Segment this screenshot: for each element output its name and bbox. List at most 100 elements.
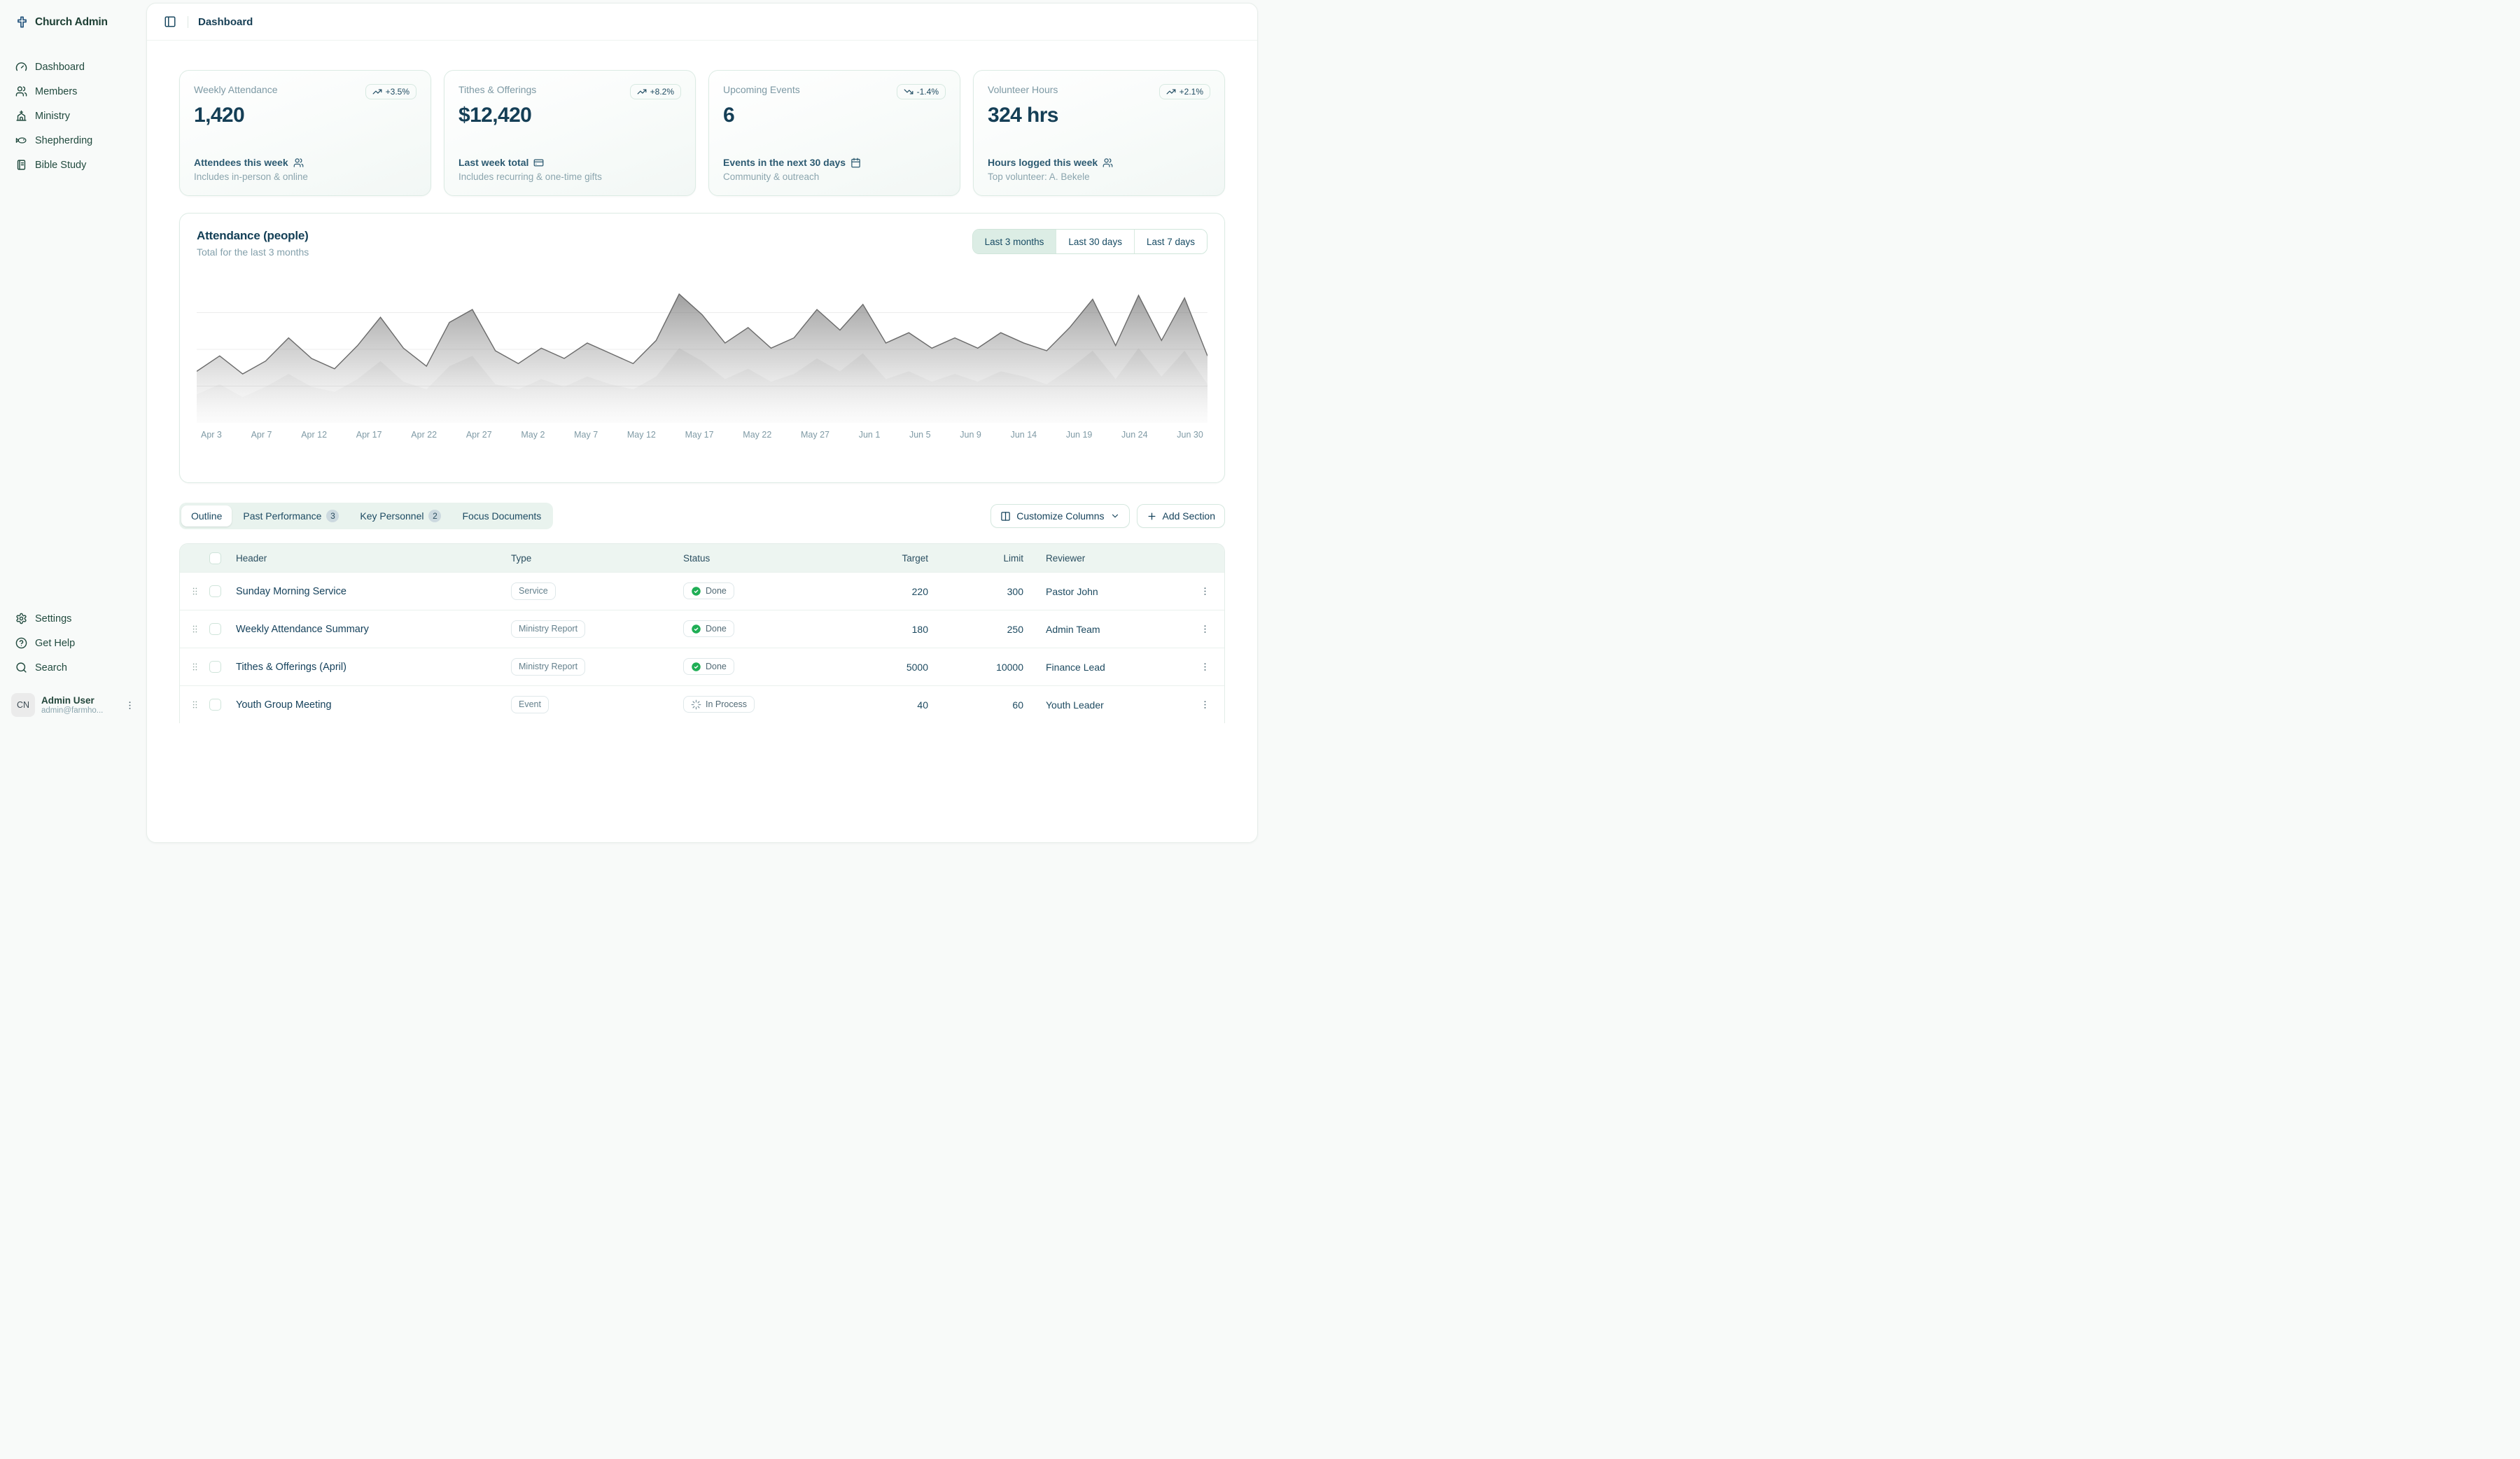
target-cell[interactable]: 220 xyxy=(850,586,932,597)
target-cell[interactable]: 40 xyxy=(850,699,932,711)
x-tick-label: May 17 xyxy=(685,430,714,440)
row-menu-button[interactable] xyxy=(1197,621,1213,637)
reviewer-cell: Admin Team xyxy=(1028,624,1185,635)
row-header-cell[interactable]: Tithes & Offerings (April) xyxy=(236,662,511,673)
chevron-down-icon xyxy=(1110,511,1120,521)
calendar-icon xyxy=(850,158,861,168)
reviewer-cell: Pastor John xyxy=(1028,586,1185,597)
trend-badge: +8.2% xyxy=(630,84,681,99)
plus-icon xyxy=(1147,511,1157,522)
stat-label: Weekly Attendance xyxy=(194,84,278,95)
nav-icon xyxy=(15,662,27,673)
users-icon xyxy=(293,158,304,168)
trend-badge: +3.5% xyxy=(365,84,416,99)
trending-down-icon xyxy=(904,87,913,97)
columns-icon xyxy=(1000,511,1011,522)
chart-period-tab-last-3-months[interactable]: Last 3 months xyxy=(973,230,1056,253)
drag-handle[interactable] xyxy=(180,624,209,634)
sidebar-toggle-button[interactable] xyxy=(162,14,178,29)
main-panel: Dashboard Weekly Attendance +3.5% 1,420 … xyxy=(146,3,1258,843)
sidebar-item-ministry[interactable]: Ministry xyxy=(8,104,138,127)
row-menu-button[interactable] xyxy=(1197,583,1213,599)
row-checkbox[interactable] xyxy=(209,623,221,635)
x-tick-label: Apr 27 xyxy=(466,430,492,440)
x-tick-label: Apr 12 xyxy=(301,430,327,440)
trending-up-icon xyxy=(372,87,382,97)
x-tick-label: May 27 xyxy=(801,430,830,440)
target-cell[interactable]: 180 xyxy=(850,624,932,635)
chart-period-tab-last-7-days[interactable]: Last 7 days xyxy=(1134,230,1207,253)
check-circle-icon xyxy=(691,586,701,596)
drag-handle[interactable] xyxy=(180,586,209,596)
dots-vertical-icon xyxy=(1200,624,1210,634)
panel-left-icon xyxy=(164,15,176,28)
section-tab-past-performance[interactable]: Past Performance 3 xyxy=(233,505,349,527)
user-menu[interactable]: CN Admin User admin@farmho... xyxy=(8,690,138,720)
attendance-area-chart xyxy=(197,276,1208,423)
stat-label: Upcoming Events xyxy=(723,84,800,95)
x-tick-label: May 2 xyxy=(521,430,545,440)
drag-handle[interactable] xyxy=(180,662,209,672)
row-menu-button[interactable] xyxy=(1197,697,1213,713)
nav-icon xyxy=(15,134,27,146)
users-icon xyxy=(1102,158,1113,168)
nav-icon xyxy=(15,613,27,624)
x-tick-label: May 22 xyxy=(743,430,771,440)
x-tick-label: Apr 3 xyxy=(201,430,222,440)
section-tab-key-personnel[interactable]: Key Personnel 2 xyxy=(350,505,451,527)
section-tab-outline[interactable]: Outline xyxy=(181,505,232,526)
x-tick-label: Jun 14 xyxy=(1011,430,1037,440)
stat-card-tithes-offerings: Tithes & Offerings +8.2% $12,420 Last we… xyxy=(444,70,696,196)
row-menu-button[interactable] xyxy=(1197,659,1213,675)
stat-card-weekly-attendance: Weekly Attendance +3.5% 1,420 Attendees … xyxy=(179,70,431,196)
x-tick-label: Jun 30 xyxy=(1177,430,1203,440)
sidebar-footer-nav: Settings Get Help Search xyxy=(8,607,138,679)
limit-cell[interactable]: 300 xyxy=(932,586,1028,597)
row-header-cell[interactable]: Weekly Attendance Summary xyxy=(236,624,511,635)
loader-icon xyxy=(691,699,701,710)
sidebar-item-bible-study[interactable]: Bible Study xyxy=(8,153,138,176)
sections-toolbar: Outline Past Performance 3 Key Personnel… xyxy=(179,503,1225,529)
app-logo-button[interactable]: Church Admin xyxy=(8,10,138,34)
stat-value: 324 hrs xyxy=(988,104,1210,127)
row-checkbox[interactable] xyxy=(209,585,221,597)
sidebar-item-search[interactable]: Search xyxy=(8,656,138,679)
sidebar-item-settings[interactable]: Settings xyxy=(8,607,138,630)
type-badge: Ministry Report xyxy=(511,658,585,675)
type-badge: Ministry Report xyxy=(511,620,585,637)
type-badge: Service xyxy=(511,582,556,599)
sidebar-item-get-help[interactable]: Get Help xyxy=(8,631,138,655)
column-header: Header xyxy=(236,553,511,564)
row-checkbox[interactable] xyxy=(209,661,221,673)
drag-handle[interactable] xyxy=(180,699,209,710)
limit-cell[interactable]: 10000 xyxy=(932,662,1028,673)
dots-vertical-icon xyxy=(125,700,135,711)
limit-cell[interactable]: 250 xyxy=(932,624,1028,635)
topbar: Dashboard xyxy=(147,4,1257,41)
section-tab-focus-documents[interactable]: Focus Documents xyxy=(452,505,551,526)
avatar: CN xyxy=(11,693,35,717)
limit-cell[interactable]: 60 xyxy=(932,699,1028,711)
target-cell[interactable]: 5000 xyxy=(850,662,932,673)
reviewer-cell: Finance Lead xyxy=(1028,662,1185,673)
row-header-cell[interactable]: Sunday Morning Service xyxy=(236,586,511,597)
sidebar-item-shepherding[interactable]: Shepherding xyxy=(8,129,138,152)
grip-icon xyxy=(190,624,200,634)
stat-card-upcoming-events: Upcoming Events -1.4% 6 Events in the ne… xyxy=(708,70,960,196)
select-all-checkbox[interactable] xyxy=(209,552,221,564)
sidebar-item-dashboard[interactable]: Dashboard xyxy=(8,55,138,78)
chart-period-tab-last-30-days[interactable]: Last 30 days xyxy=(1056,230,1134,253)
attendance-chart-card: Attendance (people) Total for the last 3… xyxy=(179,213,1225,483)
add-section-button[interactable]: Add Section xyxy=(1137,504,1226,528)
x-tick-label: May 12 xyxy=(627,430,656,440)
stat-card-volunteer-hours: Volunteer Hours +2.1% 324 hrs Hours logg… xyxy=(973,70,1225,196)
trend-badge: +2.1% xyxy=(1159,84,1210,99)
customize-columns-button[interactable]: Customize Columns xyxy=(990,504,1129,528)
row-header-cell[interactable]: Youth Group Meeting xyxy=(236,699,511,711)
sidebar-item-members[interactable]: Members xyxy=(8,80,138,103)
grip-icon xyxy=(190,662,200,672)
status-badge: Done xyxy=(683,658,734,675)
section-tabs: Outline Past Performance 3 Key Personnel… xyxy=(179,503,553,529)
check-circle-icon xyxy=(691,624,701,634)
row-checkbox[interactable] xyxy=(209,699,221,711)
